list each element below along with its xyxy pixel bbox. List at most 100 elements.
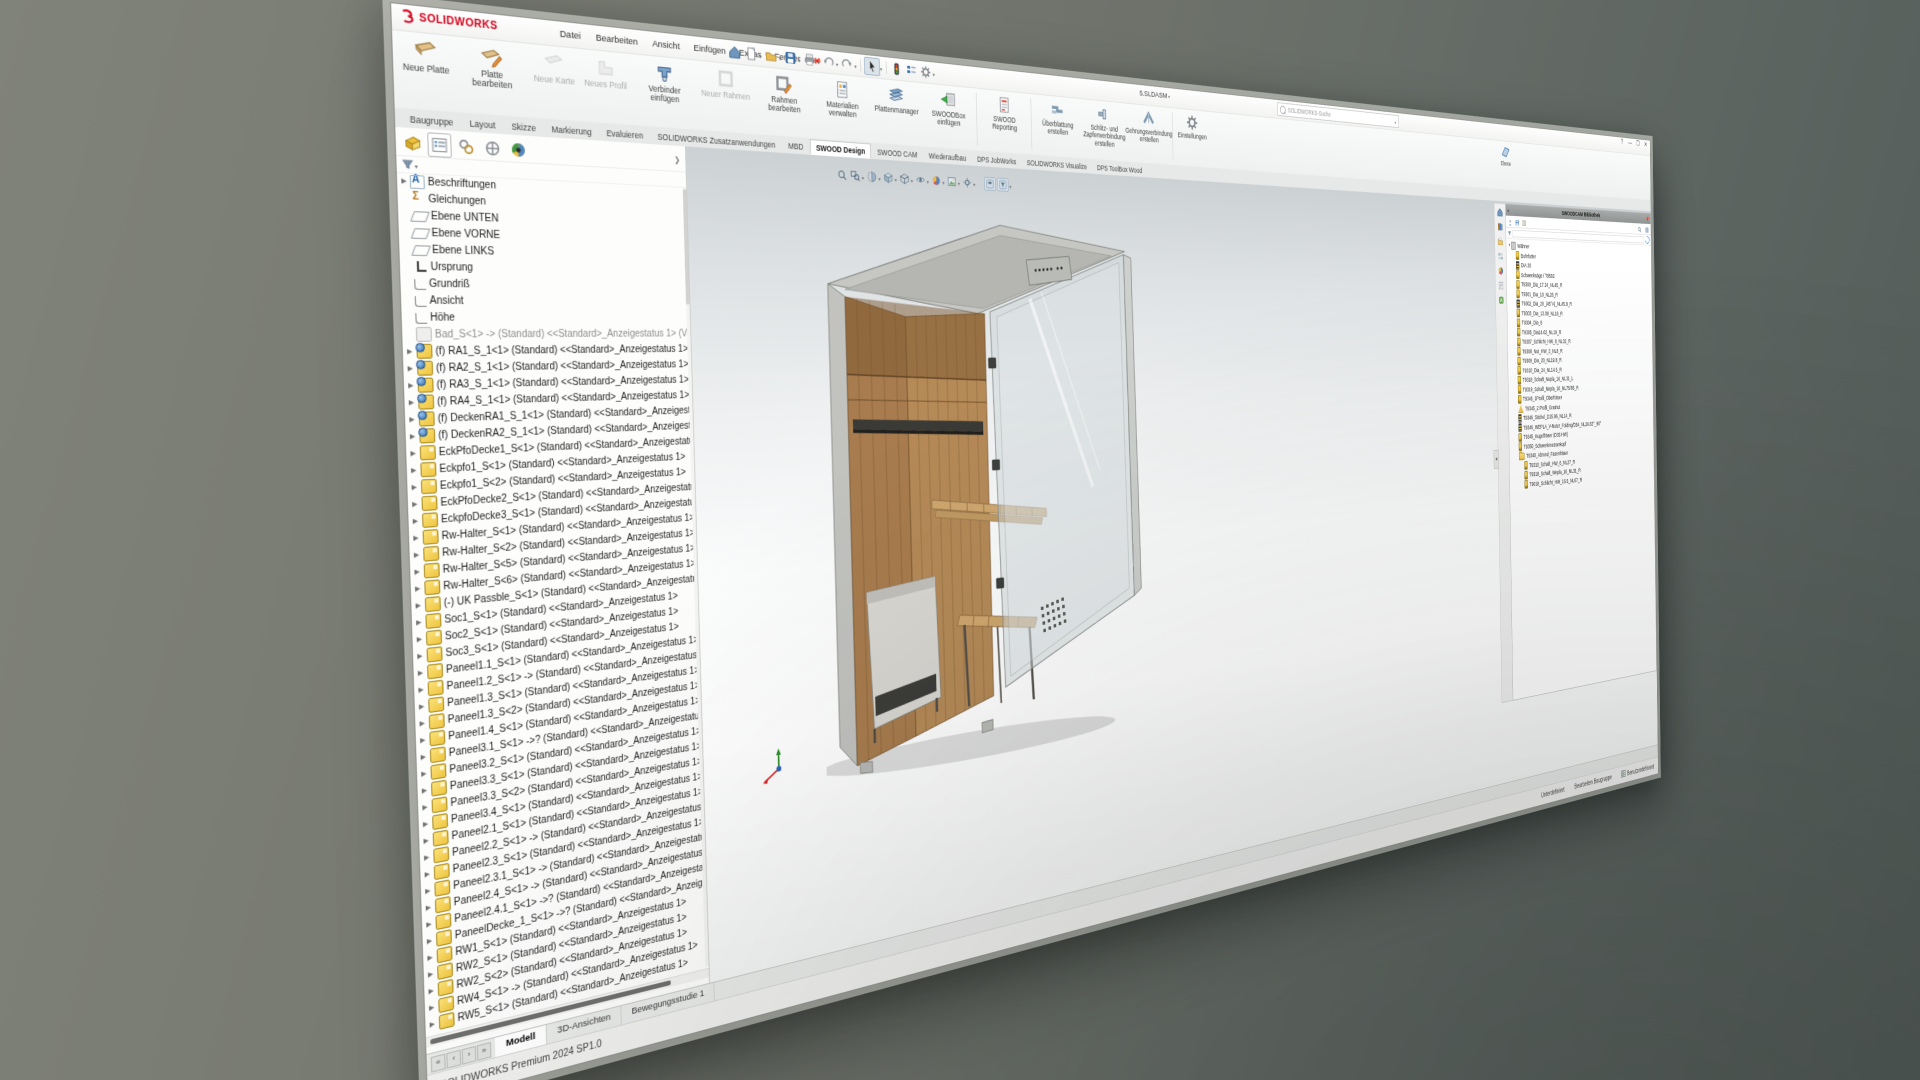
expand-arrow-icon[interactable]: ▶ xyxy=(430,1019,440,1030)
chevron-down-icon[interactable]: ▾ xyxy=(895,177,897,183)
expand-arrow-icon[interactable]: ▶ xyxy=(424,852,434,862)
collapse-panel-arrow[interactable]: ◀ xyxy=(1494,450,1499,469)
zoom-fit-icon[interactable] xyxy=(836,168,848,181)
ribbon-button-board-edit[interactable]: Platte bearbeiten xyxy=(453,36,530,117)
save-icon[interactable] xyxy=(783,49,799,67)
expand-arrow-icon[interactable]: ▶ xyxy=(427,935,437,945)
library-tool-item[interactable]: T9304_Dia_8 xyxy=(1507,318,1652,328)
expand-arrow-icon[interactable]: ▶ xyxy=(417,634,427,643)
library-tool-item[interactable]: T9303_Dia_13.08_NL16_R xyxy=(1507,308,1652,318)
ribbon-button-joint2[interactable]: Schlitz- und Zapfenverbindung erstellen xyxy=(1081,99,1128,162)
tree-item[interactable]: Bad_S<1> -> (Standard) <<Standard>_Anzei… xyxy=(402,326,687,343)
ribbon-button-joint3[interactable]: Gehrungsverbindung erstellen xyxy=(1126,104,1171,165)
expand-arrow-icon[interactable]: ▶ xyxy=(426,902,436,912)
expand-arrow-icon[interactable]: ▶ xyxy=(419,718,429,728)
menu-item-ansicht[interactable]: Ansicht xyxy=(645,37,687,52)
chevron-down-icon[interactable]: ▾ xyxy=(911,178,913,184)
chevron-down-icon[interactable]: ▾ xyxy=(836,61,839,68)
expand-arrow-icon[interactable]: ▶ xyxy=(411,466,421,475)
select-cursor-icon[interactable] xyxy=(864,57,880,77)
print-icon[interactable] xyxy=(802,51,817,69)
expand-arrow-icon[interactable]: ▶ xyxy=(413,516,423,525)
chevron-down-icon[interactable]: ▾ xyxy=(878,176,880,182)
chevron-down-icon[interactable]: ▾ xyxy=(1009,184,1011,190)
displaymanager-icon[interactable] xyxy=(507,137,530,162)
expand-arrow-icon[interactable]: ▶ xyxy=(412,500,422,509)
undo-icon[interactable] xyxy=(821,53,836,71)
chevron-down-icon[interactable]: ▾ xyxy=(958,181,960,187)
ribbon-button-frame-edit[interactable]: Rahmen bearbeiten xyxy=(753,66,815,138)
expand-arrow-icon[interactable]: ▶ xyxy=(427,952,437,962)
appearances-ball-icon[interactable] xyxy=(1497,266,1504,276)
menu-item-datei[interactable]: Datei xyxy=(552,27,589,42)
filter-display-icon[interactable] xyxy=(997,178,1009,192)
tree-item[interactable]: Ansicht xyxy=(401,292,686,311)
hide-show-icon[interactable] xyxy=(915,173,926,186)
prev-tab-icon[interactable]: ‹ xyxy=(446,1049,461,1068)
machining-setup-icon[interactable] xyxy=(1507,217,1512,225)
view-orientation-icon[interactable] xyxy=(883,171,894,184)
chevrons-right-icon[interactable]: » xyxy=(1507,205,1509,216)
search-icon[interactable] xyxy=(1637,225,1642,233)
menu-item-bearbeiten[interactable]: Bearbeiten xyxy=(588,31,645,48)
sauna-3d-model[interactable] xyxy=(812,204,1146,787)
ribbon-button-clamp[interactable]: Verbinder einfügen xyxy=(631,54,698,130)
design-library-icon[interactable] xyxy=(1497,222,1504,232)
graphics-viewport[interactable]: ▾▾▾▾▾▾▾▾▾ xyxy=(686,146,1658,982)
expand-arrow-icon[interactable]: ▶ xyxy=(418,685,428,695)
chevron-down-icon[interactable]: ▾ xyxy=(880,66,882,73)
ribbon-button-report[interactable]: SWOOD Reporting xyxy=(979,89,1030,155)
section-view-icon[interactable] xyxy=(866,170,878,183)
ribbon-button-materials[interactable]: Materialien verwalten xyxy=(813,72,872,143)
view-settings-icon[interactable] xyxy=(962,176,973,189)
new-doc-icon[interactable] xyxy=(743,44,759,63)
chevron-down-icon[interactable]: ▾ xyxy=(927,179,929,185)
scene-icon[interactable] xyxy=(947,175,958,188)
expand-arrow-icon[interactable]: ▶ xyxy=(423,835,433,845)
chevron-right-icon[interactable]: ❯ xyxy=(674,155,680,164)
expand-arrow-icon[interactable]: ▶ xyxy=(418,668,428,678)
expand-arrow-icon[interactable]: ▶ xyxy=(416,617,426,626)
ribbon-button-gear[interactable]: Einstellungen xyxy=(1174,108,1210,167)
expand-arrow-icon[interactable]: ▶ xyxy=(415,601,425,610)
ribbon-button-stack[interactable]: Plattenmanager xyxy=(870,78,923,147)
ribbon-button-box-green[interactable]: SWOODBox einfügen xyxy=(922,83,976,150)
ribbon-button-board[interactable]: Neue Platte xyxy=(396,31,456,113)
options-gear-icon[interactable] xyxy=(919,63,933,80)
next-tab-icon[interactable]: › xyxy=(462,1045,477,1064)
library-book-icon[interactable] xyxy=(1521,218,1526,226)
expand-arrow-icon[interactable]: ▶ xyxy=(411,483,421,492)
display-style-icon[interactable] xyxy=(899,172,910,185)
featuremanager-tree-icon[interactable] xyxy=(400,130,425,156)
expand-arrow-icon[interactable]: ▶ xyxy=(419,701,429,711)
dimxpertmanager-icon[interactable] xyxy=(481,135,505,160)
expand-arrow-icon[interactable]: ▶ xyxy=(417,651,427,660)
expand-arrow-icon[interactable]: ▶ xyxy=(426,919,436,929)
edit-appearance-icon[interactable] xyxy=(931,174,942,187)
chevron-down-icon[interactable]: ▾ xyxy=(817,59,820,66)
home-icon[interactable] xyxy=(726,43,742,62)
chevron-down-icon[interactable]: ▾ xyxy=(933,72,935,78)
expand-arrow-icon[interactable]: ▶ xyxy=(425,885,435,895)
chevron-down-icon[interactable]: ▾ xyxy=(973,182,975,188)
rebuild-traffic-light-icon[interactable] xyxy=(889,60,903,78)
expand-arrow-icon[interactable]: ▶ xyxy=(428,985,438,995)
chevron-down-icon[interactable]: ▾ xyxy=(779,55,782,62)
expand-arrow-icon[interactable]: ▶ xyxy=(414,567,424,576)
restore-icon[interactable]: ❐ xyxy=(1636,140,1640,147)
home-icon[interactable] xyxy=(1497,207,1504,217)
pin-icon[interactable]: 📌 xyxy=(1646,214,1650,225)
ribbon-button-joint1[interactable]: Überblattung erstellen xyxy=(1033,94,1082,158)
redo-icon[interactable] xyxy=(840,55,855,73)
save-library-icon[interactable] xyxy=(1514,218,1519,226)
expand-arrow-icon[interactable]: ▶ xyxy=(414,550,424,559)
chevron-down-icon[interactable]: ▾ xyxy=(798,57,801,64)
refresh-icon[interactable] xyxy=(1644,235,1650,245)
expand-arrow-icon[interactable]: ▶ xyxy=(423,819,433,829)
display-settings-icon[interactable] xyxy=(904,62,918,79)
close-icon[interactable]: ✕ xyxy=(1644,141,1648,148)
expand-arrow-icon[interactable]: ▶ xyxy=(420,735,430,745)
help-icon[interactable]: ? xyxy=(1620,139,1624,146)
expand-arrow-icon[interactable]: ▶ xyxy=(421,752,431,762)
tab-mbd[interactable]: MBD xyxy=(782,137,810,155)
